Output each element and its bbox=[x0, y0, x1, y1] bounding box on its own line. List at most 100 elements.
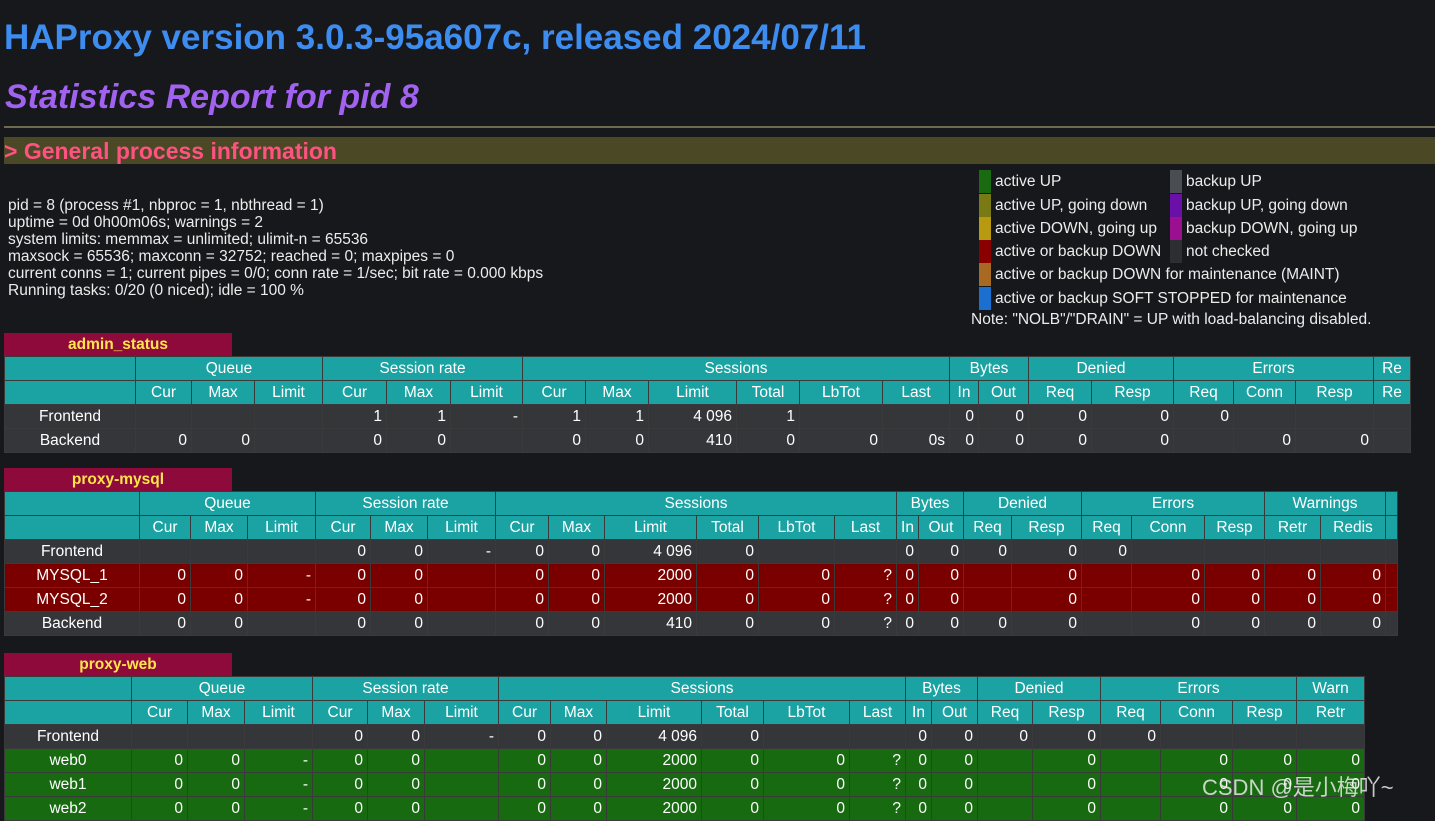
table-row[interactable]: web2 0 0-0 0 0 0 2000 0 0? 0 0 0 0 0 0 bbox=[4, 796, 1365, 821]
table-cell: ? bbox=[834, 587, 897, 612]
table-cell: 0 bbox=[1011, 563, 1082, 588]
legend-swatch bbox=[979, 194, 991, 217]
column-header: Resp bbox=[1295, 380, 1374, 405]
legend-note: Note: "NOLB"/"DRAIN" = UP with load-bala… bbox=[971, 311, 1372, 328]
column-header: Resp bbox=[1204, 515, 1265, 540]
table-row[interactable]: MYSQL_1 0 0-0 0 0 0 2000 0 0? 0 0 0 0 0 0 0 bbox=[4, 563, 1398, 588]
table-cell bbox=[1081, 611, 1132, 636]
column-header: Last bbox=[882, 380, 950, 405]
column-group-header: Re bbox=[1373, 356, 1411, 381]
proxy-title-proxy-mysql[interactable]: proxy-mysql bbox=[4, 468, 232, 491]
table-cell: 0 bbox=[131, 748, 188, 773]
table-cell: - bbox=[247, 563, 316, 588]
table-cell: 0 bbox=[1131, 563, 1205, 588]
table-row[interactable]: Frontend 0 0-0 0 4 096 0 0 0 0 0 0 bbox=[4, 724, 1365, 749]
table-cell: - bbox=[247, 587, 316, 612]
column-header: In bbox=[949, 380, 979, 405]
legend-swatch bbox=[979, 287, 991, 310]
legend-label: active or backup DOWN for maintenance (M… bbox=[995, 266, 1340, 283]
table-cell: 0 bbox=[139, 563, 191, 588]
process-info: pid = 8 (process #1, nbproc = 1, nbthrea… bbox=[8, 197, 543, 299]
info-line: uptime = 0d 0h00m06s; warnings = 2 bbox=[8, 214, 264, 231]
table-cell bbox=[977, 796, 1033, 821]
table-cell bbox=[254, 428, 323, 453]
table-cell: ? bbox=[834, 563, 897, 588]
column-header: Max bbox=[190, 515, 248, 540]
column-header: Req bbox=[1100, 700, 1161, 725]
table-cell: 2000 bbox=[606, 748, 702, 773]
table-cell: 0 bbox=[498, 724, 551, 749]
table-cell: 0 bbox=[495, 563, 549, 588]
info-line: Running tasks: 0/20 (0 niced); idle = 10… bbox=[8, 282, 304, 299]
table-cell: 0 bbox=[1032, 724, 1101, 749]
table-cell: 0 bbox=[1320, 611, 1386, 636]
column-header: Limit bbox=[427, 515, 496, 540]
table-row[interactable]: MYSQL_2 0 0-0 0 0 0 2000 0 0? 0 0 0 0 0 0 0 bbox=[4, 587, 1398, 612]
table-cell: 0 bbox=[1032, 772, 1101, 797]
column-group-header: Bytes bbox=[949, 356, 1029, 381]
table-row[interactable]: Backend 0 0 0 0 0 0 410 0 0 0s 0 0 0 0 0 0 bbox=[4, 428, 1411, 453]
table-cell bbox=[977, 748, 1033, 773]
table-cell: 0 bbox=[367, 796, 425, 821]
table-row[interactable]: Frontend 1 1-1 1 4 096 1 0 0 0 0 0 bbox=[4, 404, 1411, 429]
table-cell: 0 bbox=[315, 611, 371, 636]
table-cell: 0 bbox=[1160, 748, 1233, 773]
divider bbox=[4, 126, 1435, 128]
table-cell: 0 bbox=[312, 748, 368, 773]
legend-swatch bbox=[1170, 217, 1182, 240]
table-row[interactable]: Frontend 0 0-0 0 4 096 0 0 0 0 0 0 bbox=[4, 539, 1398, 564]
table-cell: 0 bbox=[905, 796, 932, 821]
table-row[interactable]: Backend 0 0 0 0 0 0 410 0 0? 0 0 0 0 0 0 0 0 bbox=[4, 611, 1398, 636]
table-cell: 2000 bbox=[604, 587, 697, 612]
column-header: Resp bbox=[1091, 380, 1174, 405]
column-header: Re bbox=[1373, 380, 1411, 405]
table-cell bbox=[1081, 587, 1132, 612]
table-cell: 410 bbox=[604, 611, 697, 636]
table-cell: 0 bbox=[315, 539, 371, 564]
column-header: Limit bbox=[247, 515, 316, 540]
row-name: Backend bbox=[4, 611, 140, 636]
table-cell: 4 096 bbox=[604, 539, 697, 564]
table-cell: 0s bbox=[882, 428, 950, 453]
section-header[interactable]: > General process information bbox=[4, 137, 1435, 164]
table-cell bbox=[799, 404, 883, 429]
column-header: Max bbox=[367, 700, 425, 725]
table-cell: 0 bbox=[701, 796, 764, 821]
proxy-title-admin-status[interactable]: admin_status bbox=[4, 333, 232, 356]
table-cell: - bbox=[244, 772, 313, 797]
table-cell: 0 bbox=[1091, 404, 1174, 429]
table-cell: 0 bbox=[187, 748, 245, 773]
table-cell: 0 bbox=[763, 772, 850, 797]
column-header: Cur bbox=[315, 515, 371, 540]
table-cell: 0 bbox=[498, 772, 551, 797]
legend-label: backup DOWN, going up bbox=[1186, 220, 1358, 237]
column-header: Limit bbox=[254, 380, 323, 405]
table-cell: 0 bbox=[931, 724, 978, 749]
table-cell: 0 bbox=[1320, 587, 1386, 612]
table-cell: 0 bbox=[187, 772, 245, 797]
column-header: Retr bbox=[1296, 700, 1365, 725]
table-cell bbox=[1385, 563, 1398, 588]
legend-label: not checked bbox=[1186, 243, 1270, 260]
column-header: Req bbox=[963, 515, 1012, 540]
table-cell: ? bbox=[849, 796, 906, 821]
table-row[interactable]: web0 0 0-0 0 0 0 2000 0 0? 0 0 0 0 0 0 bbox=[4, 748, 1365, 773]
table-cell bbox=[963, 587, 1012, 612]
proxy-title-proxy-web[interactable]: proxy-web bbox=[4, 653, 232, 676]
table-cell: 0 bbox=[370, 587, 428, 612]
column-header: Cur bbox=[312, 700, 368, 725]
table-cell bbox=[187, 724, 245, 749]
table-cell: 0 bbox=[315, 587, 371, 612]
table-cell: 0 bbox=[905, 772, 932, 797]
table-cell: 1 bbox=[386, 404, 451, 429]
column-header: Cur bbox=[139, 515, 191, 540]
table-cell: 0 bbox=[498, 796, 551, 821]
table-cell bbox=[1320, 539, 1386, 564]
table-cell: 0 bbox=[548, 587, 605, 612]
table-cell bbox=[1264, 539, 1321, 564]
table-cell: 0 bbox=[696, 563, 759, 588]
table-cell bbox=[247, 539, 316, 564]
table-row[interactable]: web1 0 0-0 0 0 0 2000 0 0? 0 0 0 0 0 0 bbox=[4, 772, 1365, 797]
column-header: In bbox=[896, 515, 919, 540]
watermark: CSDN @是小梅吖~ bbox=[1202, 775, 1394, 800]
